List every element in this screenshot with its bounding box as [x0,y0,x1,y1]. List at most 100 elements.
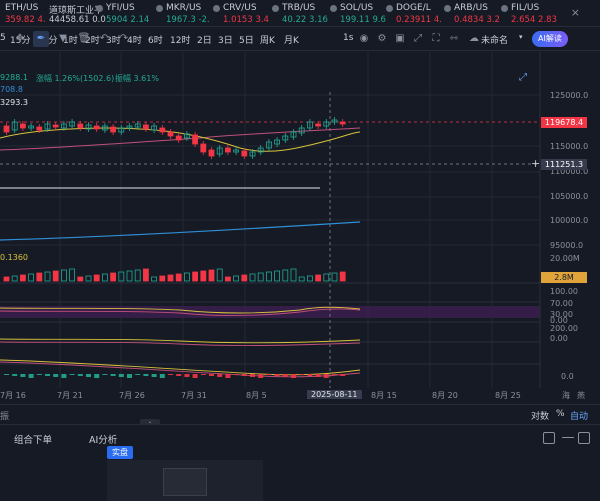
trash-icon[interactable]: 🗑 [76,31,92,47]
plus-icon[interactable]: + [531,157,540,170]
volume-bar [315,274,322,282]
macd-bar [12,374,18,376]
timeframe-6h[interactable]: 6时 [148,33,163,46]
current-price-tag: 119678.4 [541,117,587,128]
time-axis: 7月 16 7月 21 7月 26 7月 31 8月 5 2025-08-11 … [0,388,600,404]
preview-image [107,460,263,501]
macd-bar [45,374,50,376]
volume-bar [323,273,330,282]
volume-info: 0.1360 [0,253,28,262]
candle [315,123,322,127]
undo-icon[interactable]: ↶ [96,31,112,47]
ticker-name: FIL/US [511,3,540,13]
volume-bar [151,276,158,282]
timeframe-5[interactable]: 5 [0,33,6,43]
macd-bar [28,374,34,378]
ticker-price: 40.22 3.16 [282,15,328,25]
chevron-down-icon[interactable]: ▾ [519,33,523,41]
ticker-price: 359.82 4. [5,15,46,25]
axis-right-label[interactable]: 海 [562,390,570,401]
candle [167,131,174,137]
timeframe-12h[interactable]: 12时 [170,33,190,46]
macd-bar [250,374,255,377]
macd-bar [274,374,280,376]
timeframe-3d[interactable]: 3日 [218,33,233,46]
candle [224,147,231,153]
volume-bar [110,272,116,282]
info-ma: 708.8 [0,85,23,94]
volume-bar [216,268,223,282]
volume-bar [93,274,100,282]
ai-interpret-button[interactable]: AI解读 [532,31,568,47]
ticker-name: CRV/US [223,3,257,13]
ticker-name: YFI/US [106,3,135,13]
volume-bar [167,274,174,282]
candle [159,127,166,133]
macd-bar [266,374,272,375]
layout-name[interactable]: 未命名 [481,33,508,46]
macd-bar [102,374,108,375]
settings-icon[interactable]: ⚙ [374,31,390,47]
volume-bar [249,273,256,282]
redo-icon[interactable]: ↷ [116,31,132,47]
minimize-icon[interactable] [562,437,574,438]
percent-scale-toggle[interactable]: % [556,409,565,419]
image-placeholder-icon [163,468,207,496]
chart-bottom-bar: 振 ⌄ 对数 % 自动 [0,404,600,425]
axis-right-label[interactable]: 燕 [577,390,585,401]
brush-tool-icon[interactable]: ✒ [33,31,49,47]
timeframe-5d[interactable]: 5日 [239,33,254,46]
log-scale-toggle[interactable]: 对数 [531,409,549,422]
price-label: 125000.0 [550,91,589,100]
compare-icon[interactable]: ⇿ [446,31,462,47]
timeframe-week[interactable]: 周K [260,33,275,46]
macd-bar [86,374,91,377]
macd-bar [258,374,264,378]
chart-canvas [0,52,541,388]
price-label: 115000.0 [550,142,589,151]
crosshair-tool-icon[interactable]: ✥ [12,31,28,47]
candle [241,150,248,157]
macd-bar [143,374,149,376]
price-label: 95000.0 [550,241,584,250]
ticker-name: ARB/US [454,3,488,13]
candle [192,134,199,145]
ticker-name: MKR/US [166,3,202,13]
timeframe-2d[interactable]: 2日 [197,33,212,46]
date-label: 8月 15 [371,391,397,400]
macd-bar [118,374,124,377]
tab-ai-analysis[interactable]: AI分析 [89,432,117,446]
maximize-icon[interactable] [578,432,590,444]
candle [36,126,43,131]
candlesticks [3,117,346,159]
macd-bar [332,374,337,375]
close-icon[interactable]: × [571,6,580,19]
osc-label: 100.00 [550,287,578,296]
chart-area[interactable]: 9288.1 涨幅 1.26%(1502.6) 振幅 3.61% 708.8 3… [0,52,600,404]
macd-bar [127,374,132,378]
timeframe-month[interactable]: 月K [284,33,299,46]
info-amplitude: 振幅 3.61% [115,74,159,83]
coin-icon [213,5,220,12]
camera-icon[interactable]: ◉ [356,31,372,47]
coin-icon [444,5,451,12]
interval-1s[interactable]: 1s [343,33,353,43]
volume-bar [339,271,346,282]
tab-combo-order[interactable]: 组合下单 [14,432,52,446]
volume-bar [44,271,51,282]
volume-bar [77,276,84,282]
auto-scale-toggle[interactable]: 自动 [570,409,588,422]
ticker-price: 1.0153 3.4 [223,15,269,25]
expand-chart-icon[interactable]: ⤢ [519,72,527,83]
macd-bar [200,374,206,375]
fullscreen-icon[interactable]: ⛶ [428,31,444,47]
popout-icon[interactable] [543,432,555,444]
crosshair-date-label: 2025-08-11 [307,390,362,399]
filter-icon[interactable]: ▼ [55,31,71,47]
bottom-dock: 组合下单 AI分析 实盘 [0,424,600,501]
range-label[interactable]: 振 [0,409,9,422]
expand-icon[interactable]: ⤢ [410,31,426,47]
date-label: 7月 26 [119,391,145,400]
macd-bar [61,374,67,378]
layout-icon[interactable]: ▣ [392,31,408,47]
